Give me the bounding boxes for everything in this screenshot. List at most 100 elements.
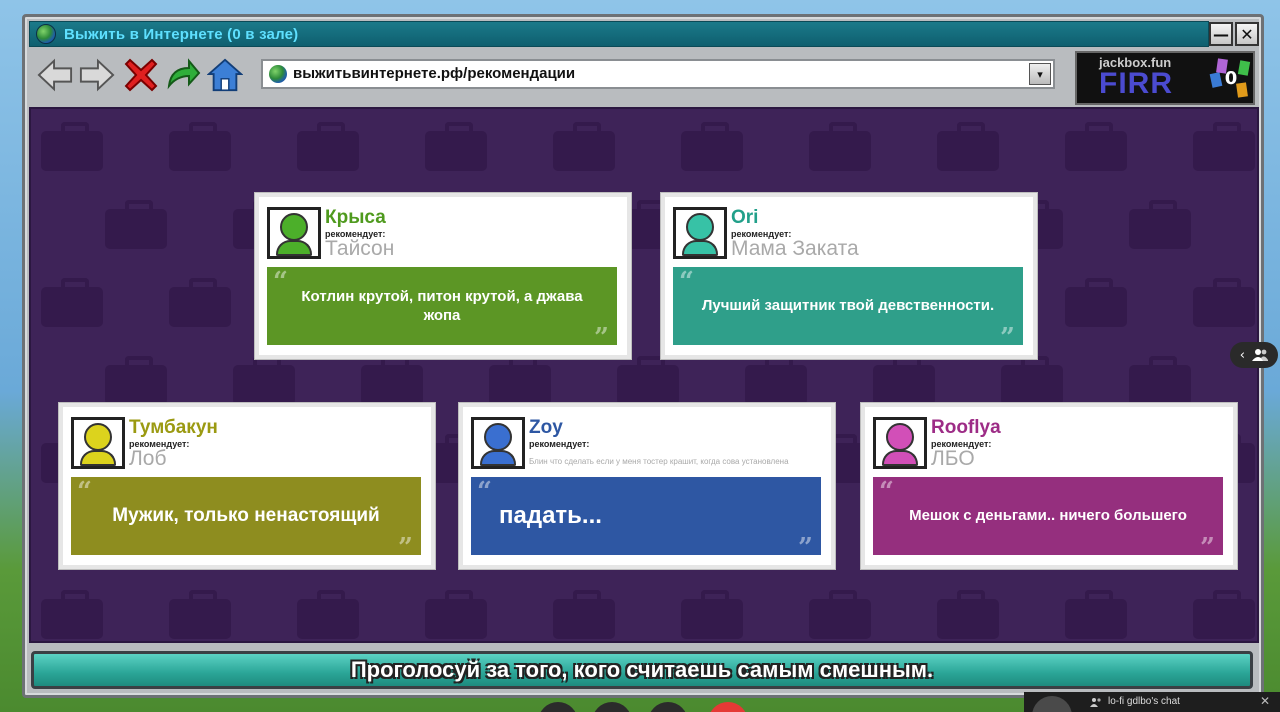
avatar-body xyxy=(276,240,312,256)
browser-toolbar: выжитьвинтернете.рф/рекомендации ▾ xyxy=(29,51,1069,101)
open-quote-icon: “ xyxy=(477,477,492,507)
briefcase-pattern-icon xyxy=(1257,209,1259,249)
player-name: Ori xyxy=(731,207,759,228)
window-title: Выжить в Интернете (0 в зале) xyxy=(64,26,299,43)
quote-box: “ Мужик, только ненастоящий ” xyxy=(71,477,421,561)
briefcase-pattern-icon xyxy=(1129,200,1191,249)
address-bar[interactable]: выжитьвинтернете.рф/рекомендации ▾ xyxy=(261,59,1055,89)
briefcase-pattern-icon xyxy=(425,122,487,171)
avatar-head xyxy=(686,213,714,241)
call-control-button[interactable] xyxy=(538,702,578,712)
recommended-target: ЛБО xyxy=(931,447,975,470)
open-quote-icon: “ xyxy=(879,477,894,507)
briefcase-pattern-icon xyxy=(1193,590,1255,639)
player-avatar xyxy=(267,207,321,259)
close-button[interactable]: ✕ xyxy=(1235,22,1259,46)
close-quote-icon: ” xyxy=(1200,533,1215,563)
quote-box: “ Лучший защитник твой девственности. ” xyxy=(673,267,1023,351)
briefcase-pattern-icon xyxy=(1193,122,1255,171)
player-avatar xyxy=(873,417,927,469)
globe-icon xyxy=(269,65,287,83)
vote-prompt-bar: Проголосуй за того, кого считаешь самым … xyxy=(31,651,1253,689)
briefcase-pattern-icon xyxy=(105,200,167,249)
red-x-icon[interactable] xyxy=(123,57,159,93)
player-name: Крыса xyxy=(325,207,386,228)
recommendation-card-1[interactable]: Крыса рекомендует: Тайсон “ Котлин круто… xyxy=(255,193,631,359)
title-bar: Выжить в Интернете (0 в зале) xyxy=(29,21,1209,47)
avatar-head xyxy=(886,423,914,451)
forward-arrow-icon[interactable] xyxy=(79,57,115,93)
avatar-body xyxy=(80,450,116,466)
avatar-body xyxy=(480,450,516,466)
briefcase-pattern-icon xyxy=(1257,365,1259,405)
avatar-head xyxy=(280,213,308,241)
briefcase-pattern-icon xyxy=(297,122,359,171)
home-icon[interactable] xyxy=(207,57,243,93)
refresh-arrow-icon[interactable] xyxy=(165,57,201,93)
briefcase-pattern-icon xyxy=(169,278,231,327)
recommendation-card-5[interactable]: Rooflya рекомендует: ЛБО “ Мешок с деньг… xyxy=(861,403,1237,569)
quote-box: “ падать... ” xyxy=(471,477,821,561)
stream-side-toggle[interactable]: ‹ xyxy=(1230,342,1278,368)
back-arrow-icon[interactable] xyxy=(37,57,73,93)
player-avatar xyxy=(471,417,525,469)
stream-chat-bar: lo-fi gdlbo's chat ✕ xyxy=(1024,692,1280,712)
briefcase-pattern-icon xyxy=(489,356,551,405)
quote-text: Мужик, только ненастоящий xyxy=(112,504,380,526)
briefcase-pattern-icon xyxy=(41,278,103,327)
avatar-head xyxy=(84,423,112,451)
close-quote-icon: ” xyxy=(798,533,813,563)
briefcase-pattern-icon xyxy=(1001,356,1063,405)
room-code-panel: jackbox.fun FIRR 0 xyxy=(1075,51,1255,105)
recommended-target: Тайсон xyxy=(325,237,395,260)
people-icon xyxy=(1252,349,1269,361)
recommendation-card-4[interactable]: Zoy рекомендует: Блин что сделать если у… xyxy=(459,403,835,569)
avatar-body xyxy=(682,240,718,256)
briefcase-pattern-icon xyxy=(169,122,231,171)
globe-icon xyxy=(36,24,56,44)
close-icon[interactable]: ✕ xyxy=(1260,694,1270,708)
briefcase-pattern-icon xyxy=(105,356,167,405)
chat-title: lo-fi gdlbo's chat xyxy=(1108,696,1180,707)
briefcase-pattern-icon xyxy=(233,356,295,405)
recommends-label: рекомендует: xyxy=(529,439,590,449)
quote-text: Мешок с деньгами.. ничего большего xyxy=(909,507,1187,525)
briefcase-pattern-icon xyxy=(361,356,423,405)
briefcase-pattern-icon xyxy=(745,356,807,405)
recommendation-card-3[interactable]: Тумбакун рекомендует: Лоб “ Мужик, тольк… xyxy=(59,403,435,569)
briefcase-pattern-icon xyxy=(1065,278,1127,327)
briefcase-pattern-icon xyxy=(297,590,359,639)
quote-text: падать... xyxy=(499,502,602,530)
briefcase-pattern-icon xyxy=(873,356,935,405)
avatar-head xyxy=(484,423,512,451)
briefcase-pattern-icon xyxy=(1065,122,1127,171)
player-name: Rooflya xyxy=(931,417,1001,438)
briefcase-pattern-icon xyxy=(169,590,231,639)
briefcase-pattern-icon xyxy=(617,356,679,405)
player-name: Тумбакун xyxy=(129,417,218,438)
end-call-button[interactable] xyxy=(708,702,748,712)
chevron-down-icon[interactable]: ▾ xyxy=(1029,63,1051,85)
game-window: Выжить в Интернете (0 в зале) — ✕ выжить… xyxy=(22,14,1264,698)
quote-box: “ Котлин крутой, питон крутой, а джава ж… xyxy=(267,267,617,351)
call-control-button[interactable] xyxy=(592,702,632,712)
recommended-target: Лоб xyxy=(129,447,167,470)
briefcase-pattern-icon xyxy=(937,590,999,639)
briefcase-pattern-icon xyxy=(553,590,615,639)
avatar-body xyxy=(882,450,918,466)
quote-text: Котлин крутой, питон крутой, а джава жоп… xyxy=(301,287,583,325)
briefcase-pattern-icon xyxy=(41,122,103,171)
minimize-button[interactable]: — xyxy=(1209,22,1233,46)
briefcase-pattern-icon xyxy=(1129,356,1191,405)
address-text: выжитьвинтернете.рф/рекомендации xyxy=(293,65,576,82)
briefcase-pattern-icon xyxy=(681,590,743,639)
open-quote-icon: “ xyxy=(679,267,694,297)
people-icon xyxy=(1090,698,1101,707)
audience-count: 0 xyxy=(1224,68,1238,89)
room-code: FIRR xyxy=(1099,67,1173,100)
call-control-button[interactable] xyxy=(648,702,688,712)
chevron-left-icon: ‹ xyxy=(1239,347,1245,363)
recommendation-card-2[interactable]: Ori рекомендует: Мама Заката “ Лучший за… xyxy=(661,193,1037,359)
player-avatar xyxy=(673,207,727,259)
briefcase-pattern-icon xyxy=(937,122,999,171)
